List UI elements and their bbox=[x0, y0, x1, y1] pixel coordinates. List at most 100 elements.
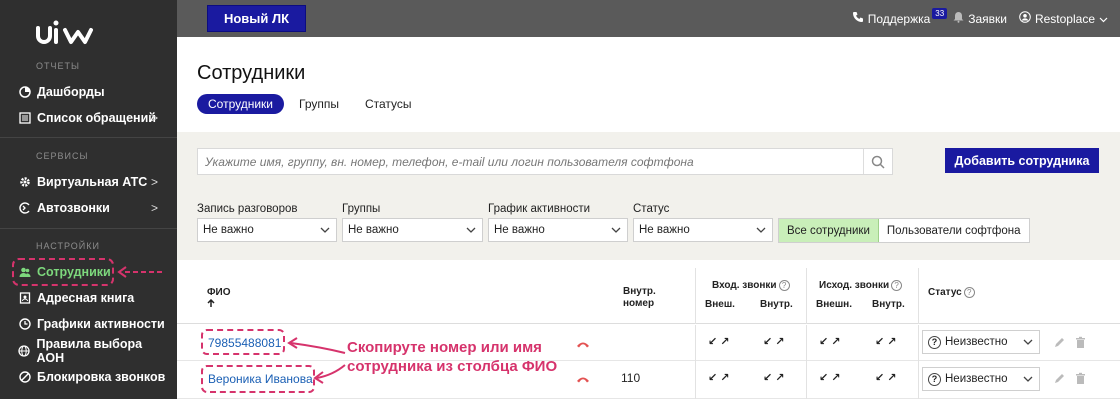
delete-icon[interactable] bbox=[1074, 336, 1087, 349]
divider bbox=[695, 361, 696, 399]
outgoing-internal-arrows: ↙ ↗ bbox=[875, 372, 897, 384]
sidebar-item-label: Дашборды bbox=[37, 85, 105, 99]
tab-groups[interactable]: Группы bbox=[288, 94, 350, 114]
groups-select[interactable]: Не важно bbox=[342, 218, 483, 242]
recording-select[interactable]: Не важно bbox=[197, 218, 337, 242]
sidebar-item-virtual-pbx[interactable]: Виртуальная АТС > bbox=[18, 172, 168, 192]
divider bbox=[695, 268, 696, 324]
employee-name-link[interactable]: 79855488081 bbox=[208, 336, 281, 350]
divider bbox=[918, 325, 919, 361]
account-icon bbox=[1019, 11, 1031, 26]
chevron-down-icon bbox=[466, 227, 476, 233]
filter-label-schedule: График активности bbox=[488, 203, 591, 215]
search-placeholder: Укажите имя, группу, вн. номер, телефон,… bbox=[205, 154, 694, 169]
status-value: Неизвестно bbox=[945, 373, 1008, 385]
incoming-internal-arrows: ↙ ↗ bbox=[763, 336, 785, 348]
pie-chart-icon bbox=[18, 86, 31, 99]
requests-link[interactable]: Заявки bbox=[953, 11, 1007, 26]
column-fio[interactable]: ФИО bbox=[207, 287, 231, 311]
delete-icon[interactable] bbox=[1074, 372, 1087, 385]
filter-label-recording: Запись разговоров bbox=[197, 203, 298, 215]
search-input[interactable]: Укажите имя, группу, вн. номер, телефон,… bbox=[197, 148, 893, 175]
column-incoming-external: Внеш. bbox=[705, 299, 735, 310]
topbar-actions: Поддержка 33 Заявки Restoplace bbox=[840, 0, 1108, 37]
uis-logo[interactable] bbox=[35, 18, 101, 48]
divider bbox=[806, 325, 807, 361]
divider bbox=[918, 361, 919, 399]
select-value: Не важно bbox=[494, 224, 545, 236]
autocall-icon bbox=[18, 202, 31, 215]
help-icon[interactable]: ? bbox=[778, 280, 790, 291]
filter-panel: Укажите имя, группу, вн. номер, телефон,… bbox=[177, 132, 1120, 260]
sidebar-item-autocalls[interactable]: Автозвонки > bbox=[18, 198, 168, 218]
incoming-external-arrows: ↙ ↗ bbox=[708, 372, 730, 384]
table-header: ФИО Внутр. номер Вход. звонки? Внеш. Вну… bbox=[177, 268, 1120, 324]
status-value: Неизвестно bbox=[945, 336, 1008, 348]
sidebar-item-label: Графики активности bbox=[37, 317, 165, 331]
divider bbox=[806, 268, 807, 324]
edit-icon[interactable] bbox=[1053, 336, 1066, 349]
filter-label-status: Статус bbox=[633, 203, 670, 215]
pointer-arrow bbox=[117, 266, 162, 278]
column-outgoing-internal: Внутр. bbox=[872, 299, 905, 310]
chevron-down-icon bbox=[611, 227, 621, 233]
help-icon[interactable]: ? bbox=[891, 280, 903, 291]
column-label: номер bbox=[623, 298, 655, 309]
support-link[interactable]: Поддержка 33 bbox=[852, 8, 948, 26]
chevron-down-icon bbox=[320, 227, 330, 233]
support-label: Поддержка bbox=[867, 11, 931, 26]
sidebar-item-label: Адресная книга bbox=[37, 291, 135, 305]
bell-icon bbox=[953, 11, 964, 26]
sidebar-item-caller-id-rules[interactable]: Правила выбора АОН bbox=[18, 337, 168, 365]
employee-status-select[interactable]: ? Неизвестно bbox=[922, 330, 1040, 354]
book-icon bbox=[18, 292, 31, 305]
outgoing-external-arrows: ↙ ↗ bbox=[819, 336, 841, 348]
block-icon bbox=[18, 371, 31, 384]
sidebar-item-requests-list[interactable]: Список обращений > bbox=[18, 108, 168, 128]
extension-number: 110 bbox=[621, 371, 641, 385]
tab-employees[interactable]: Сотрудники bbox=[197, 94, 284, 114]
chevron-right-icon: > bbox=[150, 175, 158, 189]
schedule-select[interactable]: Не важно bbox=[488, 218, 628, 242]
sidebar-item-activity-schedules[interactable]: Графики активности bbox=[18, 314, 168, 334]
requests-label: Заявки bbox=[968, 11, 1007, 26]
section-title-reports: ОТЧЕТЫ bbox=[36, 61, 80, 71]
new-lk-button[interactable]: Новый ЛК bbox=[207, 5, 306, 32]
notification-badge: 33 bbox=[932, 8, 948, 19]
softphone-users-option[interactable]: Пользователи софтфона bbox=[878, 219, 1029, 242]
sidebar-item-label: Блокировка звонков bbox=[37, 370, 166, 384]
employee-status-select[interactable]: ? Неизвестно bbox=[922, 367, 1040, 391]
column-outgoing-external: Внешн. bbox=[816, 299, 852, 310]
select-value: Не важно bbox=[203, 224, 254, 236]
page-title: Сотрудники bbox=[197, 62, 306, 84]
edit-icon[interactable] bbox=[1053, 372, 1066, 385]
sidebar-item-address-book[interactable]: Адресная книга bbox=[18, 288, 168, 308]
column-incoming: Вход. звонки? bbox=[712, 280, 790, 291]
status-select[interactable]: Не важно bbox=[633, 218, 773, 242]
globe-icon bbox=[18, 345, 31, 358]
outgoing-internal-arrows: ↙ ↗ bbox=[875, 336, 897, 348]
add-employee-button[interactable]: Добавить сотрудника bbox=[945, 148, 1099, 173]
sort-arrow-icon bbox=[207, 298, 231, 311]
sidebar-item-dashboards[interactable]: Дашборды bbox=[18, 82, 168, 102]
all-employees-option[interactable]: Все сотрудники bbox=[779, 219, 879, 242]
help-icon[interactable]: ? bbox=[963, 287, 975, 298]
incoming-internal-arrows: ↙ ↗ bbox=[763, 372, 785, 384]
column-label: Вход. звонки bbox=[712, 280, 777, 291]
section-title-services: СЕРВИСЫ bbox=[36, 151, 89, 161]
unknown-status-icon: ? bbox=[928, 335, 941, 349]
column-label: Статус bbox=[928, 287, 962, 298]
account-menu[interactable]: Restoplace bbox=[1019, 11, 1108, 26]
annotation-arrows bbox=[287, 337, 346, 384]
divider bbox=[695, 325, 696, 361]
phone-icon bbox=[852, 11, 864, 26]
employee-type-toggle: Все сотрудники Пользователи софтфона bbox=[778, 218, 1030, 243]
divider bbox=[918, 268, 919, 324]
unknown-status-icon: ? bbox=[928, 372, 941, 386]
gear-icon bbox=[18, 176, 31, 189]
select-value: Не важно bbox=[348, 224, 399, 236]
search-icon[interactable] bbox=[870, 154, 886, 170]
chevron-down-icon bbox=[1023, 339, 1033, 345]
sidebar-item-call-blocking[interactable]: Блокировка звонков bbox=[18, 367, 168, 387]
tab-statuses[interactable]: Статусы bbox=[354, 94, 423, 114]
